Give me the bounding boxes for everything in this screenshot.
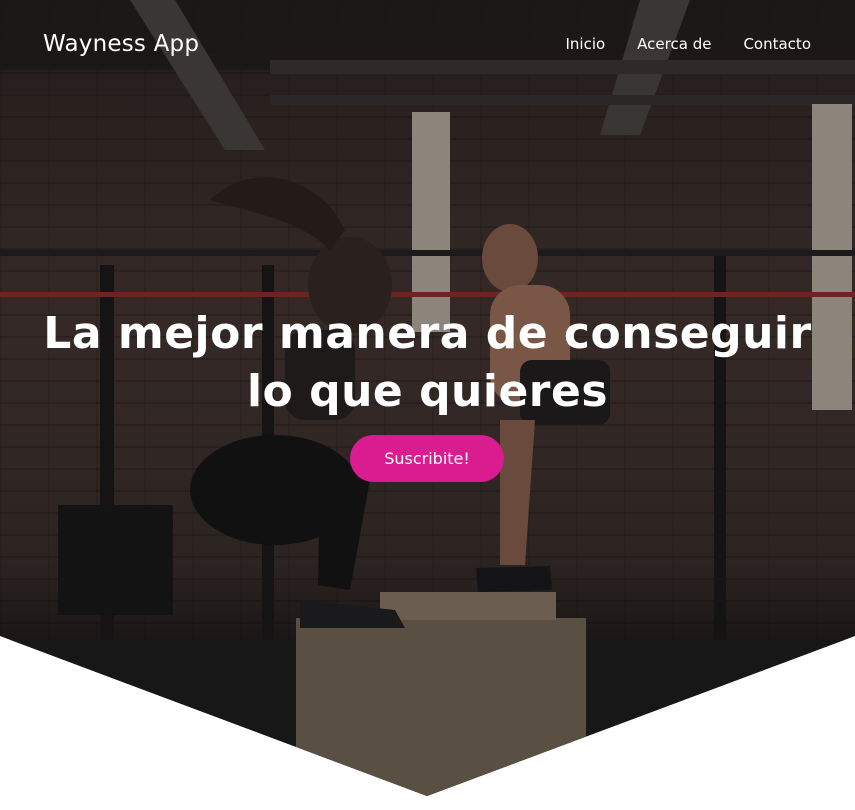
hero-title: La mejor manera de conseguir lo que quie… <box>0 305 855 421</box>
hero-title-line-2: lo que quieres <box>246 366 609 417</box>
navbar: Wayness App Inicio Acerca de Contacto <box>0 0 855 90</box>
landing-page: Wayness App Inicio Acerca de Contacto La… <box>0 0 855 810</box>
subscribe-button[interactable]: Suscribite! <box>350 435 504 482</box>
nav-link-inicio[interactable]: Inicio <box>565 35 605 53</box>
nav-links: Inicio Acerca de Contacto <box>565 35 811 53</box>
nav-link-contacto[interactable]: Contacto <box>743 35 811 53</box>
nav-link-acerca-de[interactable]: Acerca de <box>637 35 711 53</box>
brand-logo[interactable]: Wayness App <box>43 31 199 57</box>
hero-section: Wayness App Inicio Acerca de Contacto La… <box>0 0 855 796</box>
hero-title-line-1: La mejor manera de conseguir <box>43 308 812 359</box>
